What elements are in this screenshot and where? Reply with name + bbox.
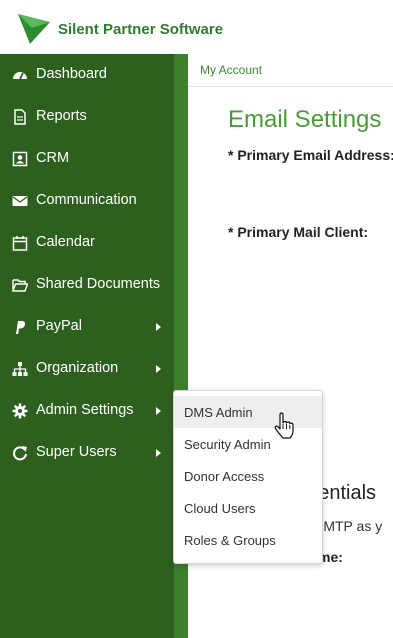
sidebar-item-super-users[interactable]: Super Users (0, 432, 174, 474)
breadcrumb: My Account (188, 54, 393, 87)
submenu-item-label: Roles & Groups (184, 533, 276, 548)
contact-card-icon (12, 151, 28, 167)
calendar-icon (12, 235, 28, 251)
submenu-item-label: Cloud Users (184, 501, 256, 516)
submenu-item-roles-groups[interactable]: Roles & Groups (174, 524, 322, 556)
refresh-icon (12, 445, 28, 461)
chevron-right-icon (156, 323, 161, 331)
gear-icon (12, 403, 28, 419)
logo-icon[interactable] (18, 14, 50, 44)
admin-settings-submenu: DMS Admin Security Admin Donor Access Cl… (173, 390, 323, 564)
sidebar-item-label: Calendar (36, 234, 95, 250)
sitemap-icon (12, 361, 28, 377)
primary-email-label: * Primary Email Address: (228, 147, 393, 163)
submenu-item-cloud-users[interactable]: Cloud Users (174, 492, 322, 524)
sidebar-item-label: Organization (36, 360, 119, 376)
sidebar-item-paypal[interactable]: PayPal (0, 306, 174, 348)
submenu-item-security-admin[interactable]: Security Admin (174, 428, 322, 460)
submenu-item-donor-access[interactable]: Donor Access (174, 460, 322, 492)
submenu-item-label: Security Admin (184, 437, 271, 452)
sidebar-item-admin-settings[interactable]: Admin Settings (0, 390, 174, 432)
sidebar-item-dashboard[interactable]: Dashboard (0, 54, 174, 96)
submenu-item-dms-admin[interactable]: DMS Admin (174, 396, 322, 428)
sidebar-item-calendar[interactable]: Calendar (0, 222, 174, 264)
sidebar-item-label: Communication (36, 192, 137, 208)
sidebar-item-label: Shared Documents (36, 276, 161, 292)
envelope-icon (12, 193, 28, 209)
file-icon (12, 109, 28, 125)
primary-mail-client-label: * Primary Mail Client: (228, 224, 369, 240)
submenu-item-label: DMS Admin (184, 405, 253, 420)
sidebar: Dashboard Reports CRM Communication Cale… (0, 54, 174, 638)
dashboard-icon (12, 67, 28, 83)
sidebar-item-reports[interactable]: Reports (0, 96, 174, 138)
page-title: Email Settings (228, 106, 382, 133)
sidebar-item-label: Reports (36, 108, 87, 124)
sidebar-item-communication[interactable]: Communication (0, 180, 174, 222)
chevron-right-icon (156, 365, 161, 373)
sidebar-item-label: Super Users (36, 444, 117, 460)
sidebar-item-shared-documents[interactable]: Shared Documents (0, 264, 174, 306)
top-header: Silent Partner Software (0, 0, 393, 55)
sidebar-item-label: PayPal (36, 318, 82, 334)
submenu-item-label: Donor Access (184, 469, 265, 484)
sidebar-item-organization[interactable]: Organization (0, 348, 174, 390)
sidebar-item-label: CRM (36, 150, 70, 166)
sidebar-item-label: Admin Settings (36, 402, 134, 418)
chevron-right-icon (156, 407, 161, 415)
hand-cursor-icon (274, 412, 294, 439)
brand-name[interactable]: Silent Partner Software (58, 21, 223, 38)
breadcrumb-link-my-account[interactable]: My Account (200, 63, 262, 77)
chevron-right-icon (156, 449, 161, 457)
sidebar-item-label: Dashboard (36, 66, 107, 82)
paypal-icon (12, 319, 28, 335)
sidebar-item-crm[interactable]: CRM (0, 138, 174, 180)
folder-open-icon (12, 277, 28, 293)
